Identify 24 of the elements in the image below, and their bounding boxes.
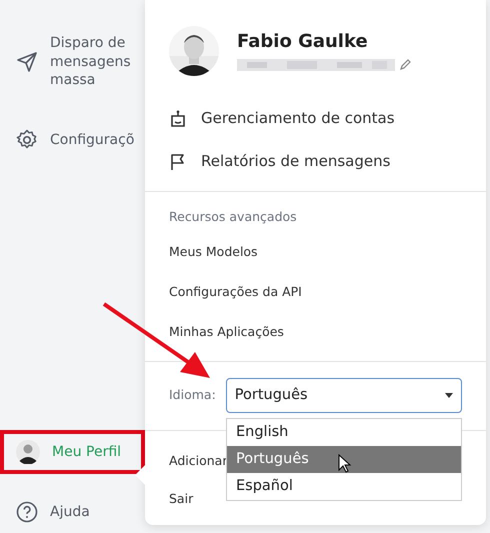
dropdown-option[interactable]: English (227, 419, 461, 446)
caret-icon (445, 393, 453, 398)
section-title: Recursos avançados (168, 208, 298, 226)
robot-icon (169, 110, 187, 128)
cursor-icon (338, 454, 352, 474)
edit-icon (399, 59, 411, 71)
menu-item[interactable]: Gerenciamento de contas (145, 97, 486, 140)
menu-item[interactable]: Meus Modelos (145, 232, 486, 273)
dropdown-option[interactable]: Português (227, 446, 461, 473)
send-icon (16, 51, 38, 73)
dropdown-option[interactable]: Español (227, 473, 461, 500)
menu-item[interactable]: Configurações da API (145, 272, 486, 313)
language-select[interactable]: Português (226, 378, 462, 414)
menu-item[interactable]: Minhas Aplicações (145, 312, 486, 353)
sidebar-item[interactable]: Disparo de mensagens massa (0, 22, 145, 102)
settings-icon (16, 129, 38, 151)
sidebar-item[interactable]: Configuraçõ (0, 120, 145, 160)
menu-item[interactable]: Relatórios de mensagens (145, 140, 486, 183)
user-name: Fabio Gaulke (237, 30, 369, 54)
sidebar-item[interactable]: Ajuda (0, 492, 145, 532)
avatar-icon (16, 440, 40, 464)
help-icon (16, 501, 38, 523)
flag-icon (169, 152, 187, 170)
field-label: Idioma: (169, 386, 216, 404)
